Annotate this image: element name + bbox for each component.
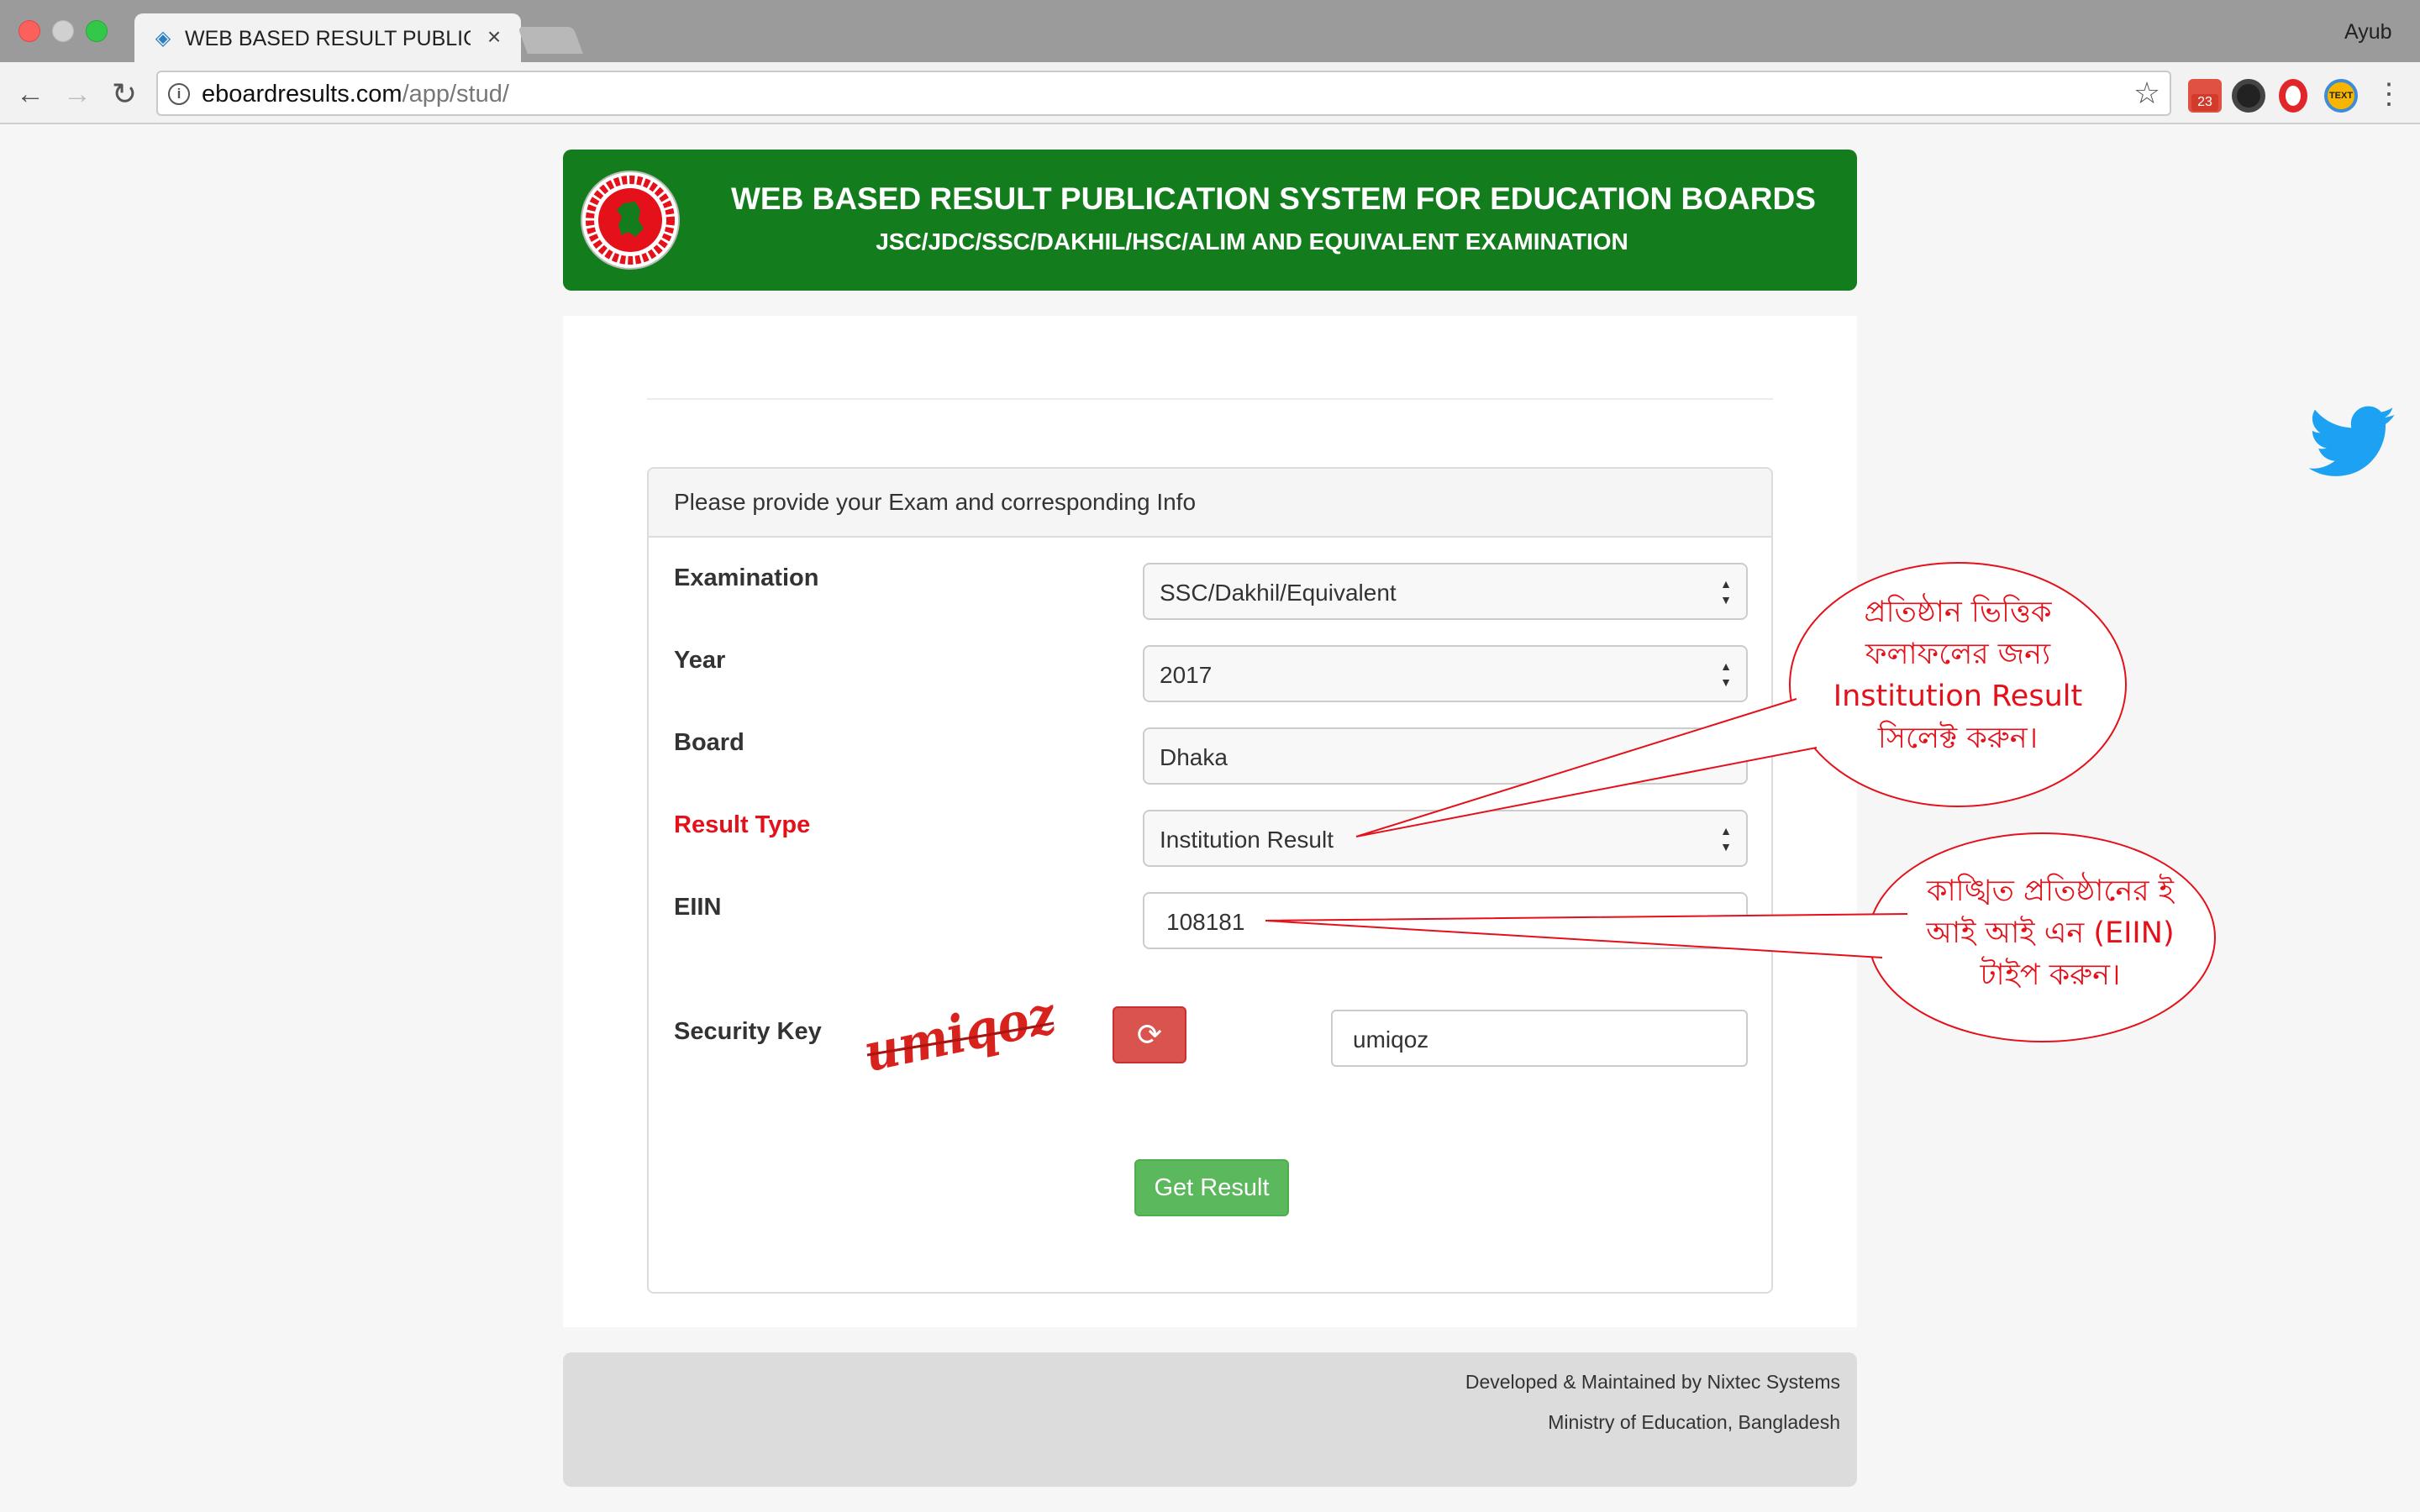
board-value: Dhaka — [1160, 744, 1228, 770]
result-type-value: Institution Result — [1160, 827, 1334, 853]
tab-close-icon[interactable]: × — [481, 24, 508, 50]
page-subtitle: JSC/JDC/SSC/DAKHIL/HSC/ALIM AND EQUIVALE… — [876, 228, 1628, 255]
captcha-text: umiqoz — [859, 1000, 1062, 1075]
eiin-input[interactable]: 108181 — [1143, 892, 1748, 949]
page-title: WEB BASED RESULT PUBLICATION SYSTEM FOR … — [731, 181, 1816, 216]
menu-icon[interactable]: ⋮ — [2375, 77, 2403, 111]
gmail-badge: 23 — [2191, 94, 2218, 111]
footer-developer: Developed & Maintained by Nixtec Systems — [1465, 1371, 1840, 1393]
board-select[interactable]: Dhaka — [1143, 727, 1748, 785]
year-value: 2017 — [1160, 662, 1213, 688]
select-arrows-icon: ▲ ▼ — [1720, 659, 1732, 689]
annotation-line: কাঙ্খিত প্রতিষ্ঠানের ই — [1927, 874, 2174, 908]
security-key-input[interactable]: umiqoz — [1331, 1010, 1748, 1067]
result-type-label: Result Type — [674, 811, 811, 838]
info-icon[interactable]: i — [168, 83, 190, 105]
favicon-icon: ◈ — [155, 27, 171, 50]
year-select[interactable]: 2017 ▲ ▼ — [1143, 645, 1748, 702]
examination-value: SSC/Dakhil/Equivalent — [1160, 580, 1397, 606]
examination-label: Examination — [674, 564, 819, 591]
select-arrows-icon: ▲ ▼ — [1720, 577, 1732, 606]
refresh-icon: ⟳ — [1136, 1017, 1163, 1052]
close-window-button[interactable] — [18, 20, 40, 42]
star-icon[interactable]: ☆ — [2131, 77, 2163, 109]
annotation-result-type: প্রতিষ্ঠান ভিত্তিক ফলাফলের জন্য Institut… — [1807, 591, 2109, 776]
footer: Developed & Maintained by Nixtec Systems… — [563, 1352, 1857, 1487]
eiin-value: 108181 — [1166, 909, 1245, 935]
annotation-line: সিলেক্ট করুন। — [1877, 722, 2039, 755]
year-label: Year — [674, 647, 726, 674]
url-text[interactable]: eboardresults.com/app/stud/ — [202, 80, 958, 108]
exam-form: Please provide your Exam and correspondi… — [647, 467, 1773, 1294]
result-type-select[interactable]: Institution Result ▲ ▼ — [1143, 810, 1748, 867]
profile-name[interactable]: Ayub — [2344, 18, 2412, 45]
seal-logo — [581, 171, 680, 270]
form-heading: Please provide your Exam and correspondi… — [649, 469, 1771, 538]
annotation-line: টাইপ করুন। — [1980, 958, 2121, 992]
annotation-line: আই আই এন (EIIN) — [1926, 916, 2175, 950]
header-banner: WEB BASED RESULT PUBLICATION SYSTEM FOR … — [563, 150, 1857, 291]
back-icon[interactable]: ← — [13, 77, 47, 111]
get-result-button[interactable]: Get Result — [1134, 1159, 1289, 1216]
text-extension-icon[interactable]: TEXT — [2324, 79, 2358, 113]
twitter-icon[interactable] — [2309, 405, 2396, 480]
examination-select[interactable]: SSC/Dakhil/Equivalent ▲ ▼ — [1143, 563, 1748, 620]
footer-ministry: Ministry of Education, Bangladesh — [1548, 1411, 1840, 1433]
active-tab[interactable]: ◈ WEB BASED RESULT PUBLICA × — [134, 13, 521, 62]
forward-icon[interactable]: → — [60, 77, 94, 111]
reload-icon[interactable]: ↻ — [108, 77, 141, 111]
board-label: Board — [674, 729, 744, 756]
main-panel: Please provide your Exam and correspondi… — [563, 316, 1857, 1327]
annotation-eiin: কাঙ্খিত প্রতিষ্ঠানের ই আই আই এন (EIIN) ট… — [1891, 870, 2210, 1005]
select-arrows-icon: ▲ ▼ — [1720, 824, 1732, 853]
annotation-line: প্রতিষ্ঠান ভিত্তিক — [1864, 596, 2052, 629]
form-heading-text: Please provide your Exam and correspondi… — [674, 489, 1197, 515]
browser-toolbar: ← → ↻ i eboardresults.com/app/stud/ ☆ 23… — [0, 62, 2420, 124]
maximize-window-button[interactable] — [86, 20, 108, 42]
captcha-image: umiqoz — [859, 1000, 1062, 1075]
divider — [647, 398, 1773, 400]
gmail-extension-icon[interactable]: 23 — [2188, 79, 2222, 113]
security-key-value: umiqoz — [1353, 1026, 1429, 1053]
tab-title: WEB BASED RESULT PUBLICA — [185, 27, 471, 50]
opera-extension-icon[interactable] — [2279, 79, 2307, 113]
camera-extension-icon[interactable] — [2232, 79, 2265, 113]
annotation-line: Institution Result — [1833, 680, 2083, 713]
browser-tabstrip: ◈ WEB BASED RESULT PUBLICA × Ayub — [0, 0, 2420, 62]
refresh-captcha-button[interactable]: ⟳ — [1113, 1006, 1186, 1063]
new-tab-button[interactable] — [518, 27, 583, 54]
address-bar[interactable]: i eboardresults.com/app/stud/ ☆ — [156, 71, 2171, 116]
annotation-line: ফলাফলের জন্য — [1865, 638, 2051, 671]
minimize-window-button[interactable] — [52, 20, 74, 42]
text-extension-label: TEXT — [2328, 91, 2354, 101]
eiin-label: EIIN — [674, 894, 722, 921]
